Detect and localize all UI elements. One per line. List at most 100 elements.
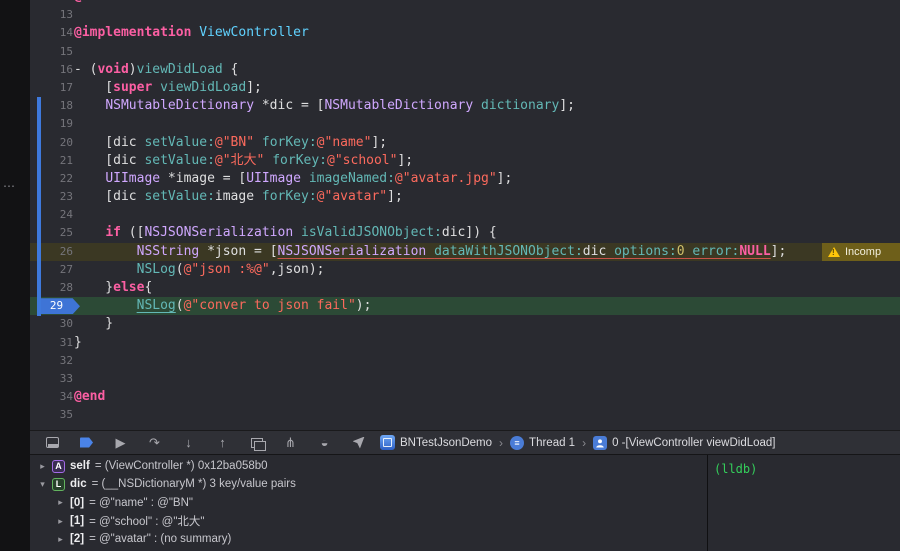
jump-bar-frame[interactable]: 0 -[ViewController viewDidLoad]	[593, 435, 776, 450]
disclosure-triangle-icon[interactable]: ▸	[56, 516, 65, 527]
line-number-gutter[interactable]: 30	[30, 315, 74, 333]
chevron-separator-icon: ›	[499, 435, 504, 450]
line-number-gutter[interactable]: 17	[30, 79, 74, 97]
line-number[interactable]: 19	[60, 117, 74, 130]
overflow-ellipsis-icon[interactable]: ⋯	[3, 179, 15, 193]
line-number-gutter[interactable]: 13	[30, 6, 74, 24]
line-number[interactable]: 25	[60, 226, 74, 239]
breakpoints-toggle-button[interactable]	[79, 435, 94, 450]
line-number[interactable]: 26	[60, 245, 74, 258]
line-number-gutter[interactable]: 31	[30, 334, 74, 352]
variables-view[interactable]: ▸ Aself = (ViewController *) 0x12ba058b0 ▾ L…	[30, 455, 707, 551]
view-hierarchy-button[interactable]	[249, 435, 266, 451]
line-number[interactable]: 13	[60, 8, 74, 21]
disclosure-triangle-icon[interactable]: ▾	[38, 479, 47, 490]
code-line[interactable]: 18 NSMutableDictionary *dic = [NSMutable…	[30, 97, 900, 115]
continue-button[interactable]: ▶	[113, 435, 128, 450]
code-line[interactable]: 31}	[30, 334, 900, 352]
source-editor[interactable]: 12 @end 13 14@implementation ViewController…	[30, 0, 900, 430]
code-text: }	[74, 316, 114, 332]
variable-row[interactable]: ▸ [0] = @"name" : @"BN"	[30, 494, 707, 512]
code-text: if ([NSJSONSerialization isValidJSONObje…	[105, 225, 497, 241]
memory-graph-button[interactable]: ⋔	[283, 435, 298, 450]
variable-row[interactable]: ▸ [1] = @"school" : @"北大"	[30, 512, 707, 530]
line-number[interactable]: 16	[60, 63, 74, 76]
hide-debug-area-button[interactable]	[45, 435, 60, 450]
code-line[interactable]: 28 }else{	[30, 279, 900, 297]
line-number[interactable]: 24	[60, 208, 74, 221]
code-line[interactable]: 21 [dic setValue:@"北大" forKey:@"school"]…	[30, 152, 900, 170]
code-line[interactable]: 25 if ([NSJSONSerialization isValidJSONO…	[30, 224, 900, 242]
code-line[interactable]: 17 [super viewDidLoad];	[30, 79, 900, 97]
line-number-gutter[interactable]: 34	[30, 388, 74, 406]
code-line[interactable]: 20 [dic setValue:@"BN" forKey:@"name"];	[30, 134, 900, 152]
variable-row[interactable]: ▸ Aself = (ViewController *) 0x12ba058b0	[30, 457, 707, 475]
line-number[interactable]: 32	[60, 354, 74, 367]
disclosure-triangle-icon[interactable]: ▸	[38, 461, 47, 472]
step-over-button[interactable]: ↷	[147, 435, 162, 450]
line-number-gutter[interactable]: 32	[30, 352, 74, 370]
code-line[interactable]: 33	[30, 370, 900, 388]
line-number[interactable]: 35	[60, 408, 74, 421]
hide-debug-area-icon	[46, 437, 59, 448]
step-into-button[interactable]: ↓	[181, 435, 196, 450]
line-number[interactable]: 20	[60, 136, 74, 149]
code-line[interactable]: 32	[30, 352, 900, 370]
line-number[interactable]: 23	[60, 190, 74, 203]
disclosure-triangle-icon[interactable]: ▸	[56, 497, 65, 508]
line-number-gutter[interactable]: 16	[30, 61, 74, 79]
thread-name: Thread 1	[529, 436, 576, 449]
line-number[interactable]: 12	[60, 0, 74, 3]
line-number-gutter[interactable]: 33	[30, 370, 74, 388]
code-line[interactable]: 27 NSLog(@"json :%@",json);	[30, 261, 900, 279]
code-line[interactable]: 29 NSLog(@"conver to json fail");	[30, 297, 900, 316]
line-number[interactable]: 18	[60, 99, 74, 112]
variable-row[interactable]: ▾ Ldic = (__NSDictionaryM *) 3 key/value p…	[30, 475, 707, 493]
line-number-gutter[interactable]: 14	[30, 24, 74, 42]
code-line[interactable]: 35	[30, 406, 900, 424]
view-hierarchy-icon	[250, 437, 266, 451]
variable-type-badge: A	[52, 459, 65, 473]
code-line[interactable]: 23 [dic setValue:image forKey:@"avatar"]…	[30, 188, 900, 206]
jump-bar-thread[interactable]: ≡ Thread 1	[510, 435, 576, 450]
line-number[interactable]: 21	[60, 154, 74, 167]
variable-row[interactable]: ▸ [2] = @"avatar" : (no summary)	[30, 530, 707, 548]
code-text: [dic setValue:@"BN" forKey:@"name"];	[74, 134, 388, 150]
code-line[interactable]: 34 @end	[30, 388, 900, 406]
code-line[interactable]: 22 UIImage *image = [UIImage imageNamed:…	[30, 170, 900, 188]
code-line[interactable]: 19	[30, 115, 900, 133]
line-number[interactable]: 33	[60, 372, 74, 385]
step-out-button[interactable]: ↑	[215, 435, 230, 450]
jump-bar-project[interactable]: BNTestJsonDemo	[380, 435, 492, 450]
breakpoint-marker[interactable]: 29	[39, 298, 80, 315]
line-number[interactable]: 22	[60, 172, 74, 185]
console-view[interactable]: (lldb)	[707, 455, 900, 551]
simulate-location-button[interactable]	[351, 435, 366, 450]
code-line[interactable]: 14 @implementation ViewController	[30, 24, 900, 42]
line-number[interactable]: 15	[60, 45, 74, 58]
line-number[interactable]: 28	[60, 281, 74, 294]
variable-name: [0]	[70, 496, 85, 509]
code-line[interactable]: 26 NSString *json = [NSJSONSerialization…	[30, 242, 900, 261]
line-number-gutter[interactable]: 15	[30, 43, 74, 61]
line-number[interactable]: 17	[60, 81, 74, 94]
warning-badge[interactable]: Incomp	[822, 242, 900, 261]
line-number[interactable]: 30	[60, 317, 74, 330]
code-line[interactable]: 24	[30, 206, 900, 224]
code-line[interactable]: 16- (void)viewDidLoad {	[30, 61, 900, 79]
line-number[interactable]: 31	[60, 336, 74, 349]
variable-name: [2]	[70, 533, 85, 546]
environment-overrides-button[interactable]: ◒	[317, 435, 332, 450]
line-number[interactable]: 27	[60, 263, 74, 276]
code-text: NSMutableDictionary *dic = [NSMutableDic…	[105, 98, 575, 114]
code-line[interactable]: 15	[30, 43, 900, 61]
line-number-gutter[interactable]: 35	[30, 406, 74, 424]
code-line[interactable]: 30 }	[30, 315, 900, 333]
code-line[interactable]: 13	[30, 6, 900, 24]
code-text: [super viewDidLoad];	[74, 79, 262, 95]
line-number[interactable]: 34	[60, 390, 74, 403]
disclosure-triangle-icon[interactable]: ▸	[56, 534, 65, 545]
lldb-prompt: (lldb)	[714, 462, 758, 476]
line-number[interactable]: 14	[60, 26, 74, 39]
